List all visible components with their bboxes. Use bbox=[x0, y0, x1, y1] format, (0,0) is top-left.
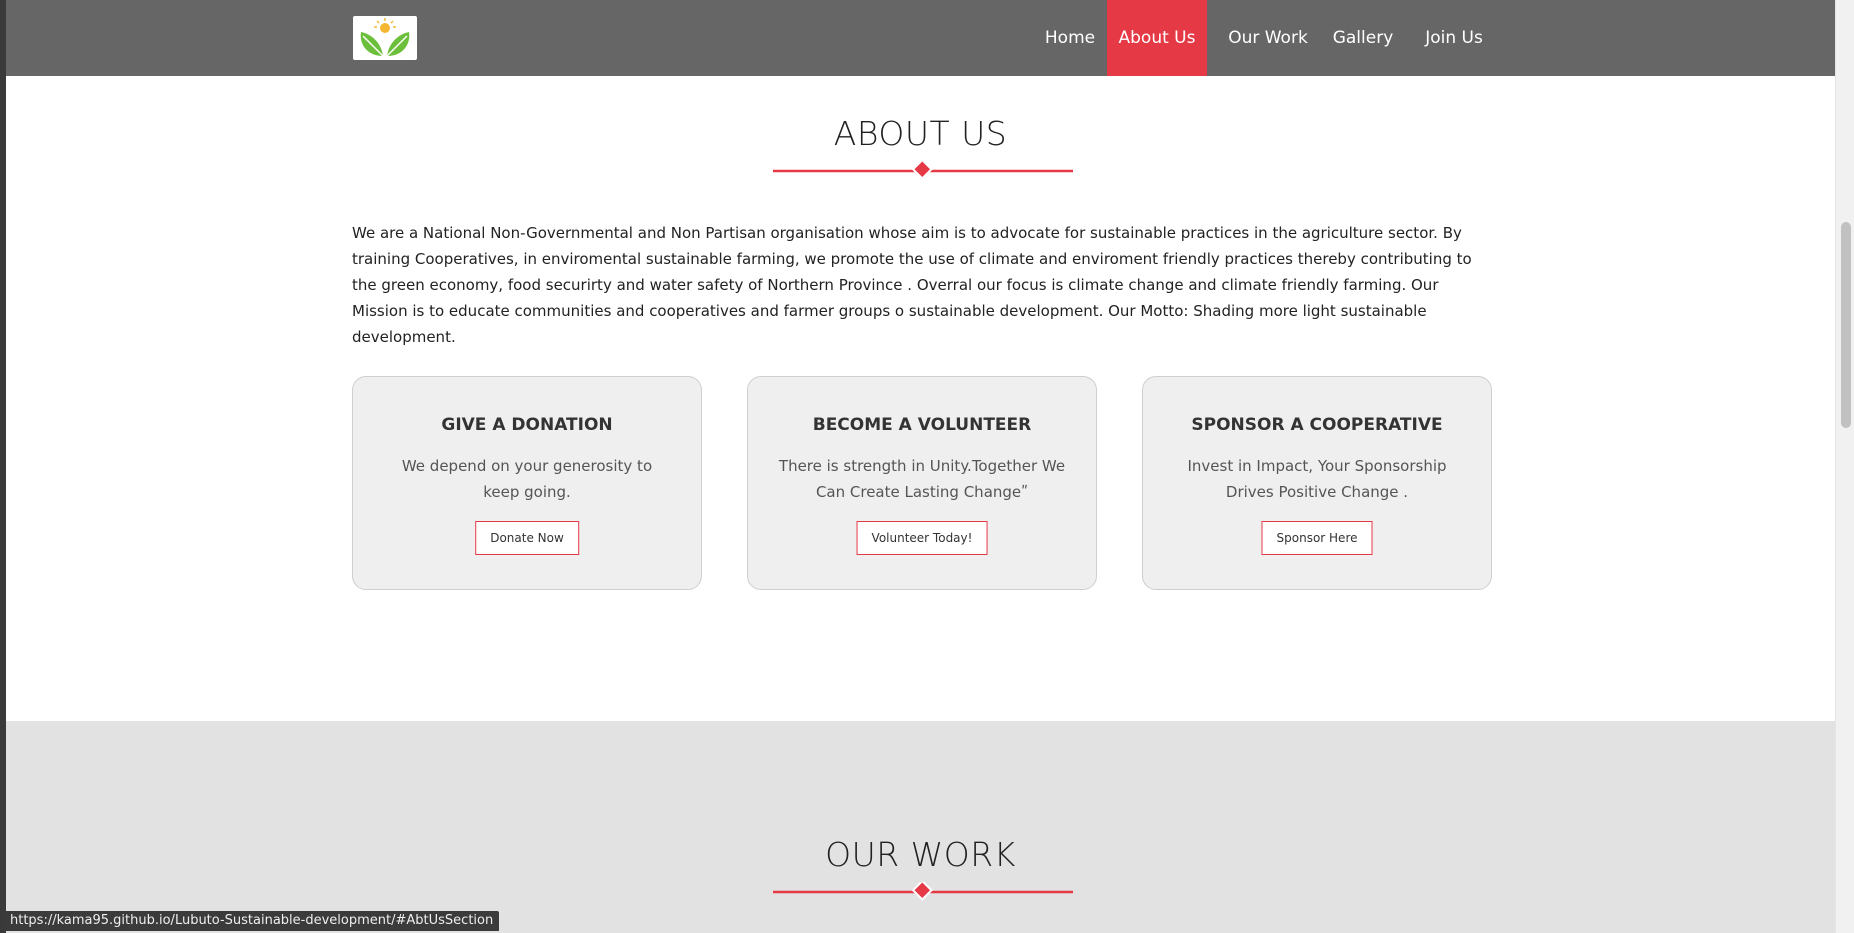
section-divider bbox=[773, 161, 1073, 180]
sponsor-card: SPONSOR A COOPERATIVE Invest in Impact, … bbox=[1142, 376, 1492, 590]
nav-join-us[interactable]: Join Us bbox=[1414, 0, 1494, 76]
card-text: We depend on your generosity to keep goi… bbox=[401, 457, 653, 501]
site-logo[interactable] bbox=[353, 16, 417, 60]
card-text: There is strength in Unity.Together We C… bbox=[778, 457, 1066, 501]
about-paragraph: We are a National Non-Governmental and N… bbox=[352, 224, 1472, 346]
vertical-scrollbar[interactable] bbox=[1835, 0, 1854, 933]
sponsor-here-button[interactable]: Sponsor Here bbox=[1261, 521, 1373, 555]
donate-now-button[interactable]: Donate Now bbox=[475, 521, 579, 555]
nav-our-work[interactable]: Our Work bbox=[1223, 0, 1313, 76]
card-text: Invest in Impact, Your Sponsorship Drive… bbox=[1187, 457, 1447, 501]
nav-home[interactable]: Home bbox=[1033, 0, 1107, 76]
our-work-title: OUR WORK bbox=[825, 835, 1016, 874]
donation-card: GIVE A DONATION We depend on your genero… bbox=[352, 376, 702, 590]
card-title: GIVE A DONATION bbox=[441, 415, 613, 435]
card-title: SPONSOR A COOPERATIVE bbox=[1191, 415, 1443, 435]
card-title: BECOME A VOLUNTEER bbox=[812, 415, 1032, 435]
volunteer-card: BECOME A VOLUNTEER There is strength in … bbox=[747, 376, 1097, 590]
scrollbar-thumb[interactable] bbox=[1841, 222, 1851, 428]
volunteer-today-button[interactable]: Volunteer Today! bbox=[856, 521, 988, 555]
nav-gallery[interactable]: Gallery bbox=[1327, 0, 1399, 76]
link-status-bar: https://kama95.github.io/Lubuto-Sustaina… bbox=[4, 911, 500, 931]
nav-about-us[interactable]: About Us bbox=[1107, 0, 1207, 76]
top-navbar: Home About Us Our Work Gallery Join Us bbox=[6, 0, 1835, 76]
leaf-sun-logo-icon bbox=[360, 18, 410, 57]
section-divider bbox=[773, 882, 1073, 901]
our-work-section: OUR WORK bbox=[6, 721, 1835, 933]
about-title: ABOUT US bbox=[833, 114, 1008, 153]
